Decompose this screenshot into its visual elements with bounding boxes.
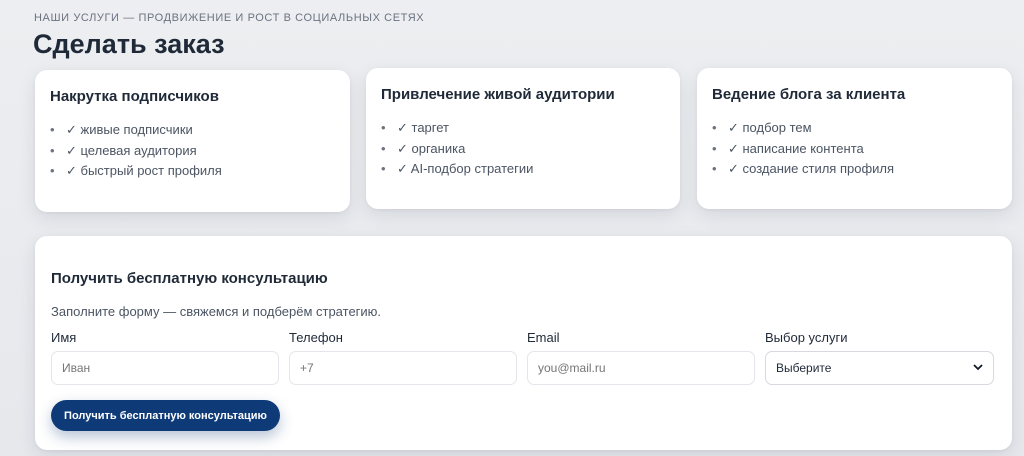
service-features: • ✓ таргет • ✓ органика • ✓ AI-подбор страт… [381,118,665,180]
chevron-down-icon [973,362,983,374]
list-item: • ✓ AI-подбор стратегии [381,159,665,180]
bullet-icon: • [50,122,55,137]
service-title: Накрутка подписчиков [50,88,219,105]
service-select-label: Выбор услуги [765,330,848,345]
bullet-icon: • [381,120,386,135]
bullet-icon: • [381,140,386,156]
form-subtitle: Заполните форму — свяжемся и подберём ст… [51,304,382,319]
page: НАШИ УСЛУГИ — ПРОДВИЖЕНИЕ И РОСТ В СОЦИА… [0,0,1024,456]
phone-field-group: Телефон [289,330,517,385]
service-select-group: Выбор услуги Выберите [765,330,994,385]
page-title: Сделать заказ [33,29,225,59]
service-title: Привлечение живой аудитории [381,86,615,103]
list-item: • ✓ таргет [381,118,665,139]
phone-input[interactable] [289,351,517,385]
phone-label: Телефон [289,330,343,345]
service-card-audience: Привлечение живой аудитории • ✓ таргет • ✓… [366,68,680,209]
service-select[interactable]: Выберите [765,351,994,385]
bullet-icon: • [381,161,386,176]
service-card-blog: Ведение блога за клиента • ✓ подбор тем •… [697,68,1012,209]
email-field-group: Email [527,330,755,385]
form-fields: Имя Телефон Email Выбор услуги Выберите [51,330,994,385]
list-item: • ✓ создание стиля профиля [712,159,997,180]
section-eyebrow: НАШИ УСЛУГИ — ПРОДВИЖЕНИЕ И РОСТ В СОЦИА… [34,12,425,24]
name-field-group: Имя [51,330,279,385]
list-item: • ✓ быстрый рост профиля [50,161,335,182]
consultation-form: Получить бесплатную консультацию Заполни… [35,236,1012,450]
email-input[interactable] [527,351,755,385]
list-item: • ✓ целевая аудитория [50,141,335,162]
list-item: • ✓ написание контента [712,139,997,160]
form-title: Получить бесплатную консультацию [51,270,328,287]
service-features: • ✓ живые подписчики • ✓ целевая аудитория… [50,120,335,182]
service-card-followers: Накрутка подписчиков • ✓ живые подписчики… [35,70,350,212]
service-title: Ведение блога за клиента [712,86,906,103]
list-item: • ✓ органика [381,139,665,160]
bullet-icon: • [712,161,717,176]
bullet-icon: • [50,163,55,178]
service-select-value: Выберите [776,361,832,375]
submit-consultation-button[interactable]: Получить бесплатную консультацию [51,400,280,431]
name-label: Имя [51,330,77,345]
service-features: • ✓ подбор тем • ✓ написание контента • ✓ с… [712,118,997,180]
bullet-icon: • [712,140,717,156]
bullet-icon: • [712,120,717,135]
name-input[interactable] [51,351,279,385]
list-item: • ✓ живые подписчики [50,120,335,141]
list-item: • ✓ подбор тем [712,118,997,139]
email-label: Email [527,330,560,345]
bullet-icon: • [50,142,55,158]
